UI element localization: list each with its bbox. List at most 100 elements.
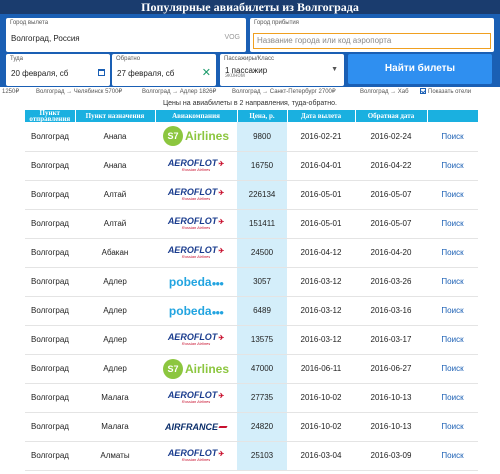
airline-cell: AEROFLOTRussian Airlines — [155, 441, 237, 471]
origin-cell: Волгоград — [25, 267, 75, 297]
pobeda-logo: pobeda●●● — [168, 303, 224, 318]
return-date-cell: 2016-05-07 — [355, 209, 427, 239]
depart-date-cell: 2016-06-11 — [287, 354, 355, 384]
origin-cell: Волгоград — [25, 412, 75, 442]
find-tickets-button[interactable]: Найти билеты — [348, 54, 492, 84]
origin-cell: Волгоград — [25, 383, 75, 413]
table-row: ВолгоградАлтай AEROFLOTRussian Airlines 22… — [25, 180, 478, 210]
return-value[interactable]: 27 февраля, сб — [117, 69, 174, 78]
table-header: Пункт отправления Пункт назначения Авиак… — [25, 110, 479, 123]
col-header-origin: Пункт отправления — [25, 110, 76, 123]
search-link[interactable]: Поиск — [427, 122, 478, 152]
return-date-cell: 2016-03-09 — [355, 441, 427, 471]
origin-cell: Волгоград — [25, 151, 75, 181]
return-date-field[interactable]: Обратно 27 февраля, сб ✕ — [112, 54, 216, 86]
airline-cell: pobeda●●● — [155, 267, 237, 297]
price-cell: 27735 — [237, 383, 287, 413]
col-header-action — [427, 110, 479, 122]
airline-cell: AEROFLOTRussian Airlines — [155, 383, 237, 413]
hint-link[interactable]: Волгоград → Челябинск 5700₽ — [36, 87, 122, 98]
depart-date-cell: 2016-05-01 — [287, 180, 355, 210]
table-row: ВолгоградАлтай AEROFLOTRussian Airlines 15… — [25, 209, 478, 239]
destination-cell: Малага — [75, 412, 155, 442]
from-code: VOG — [224, 34, 240, 41]
to-field[interactable]: Город прибытия Название города или код а… — [250, 18, 494, 52]
price-cell: 13575 — [237, 325, 287, 355]
calendar-icon[interactable] — [98, 69, 105, 76]
search-link[interactable]: Поиск — [427, 238, 478, 268]
from-field[interactable]: Город вылета Волгоград, Россия VOG — [6, 18, 246, 52]
destination-cell: Адлер — [75, 354, 155, 384]
search-link[interactable]: Поиск — [427, 151, 478, 181]
search-link[interactable]: Поиск — [427, 296, 478, 326]
price-note: Цены на авиабилеты в 2 направления, туда… — [162, 100, 337, 107]
return-date-cell: 2016-10-13 — [355, 412, 427, 442]
search-link[interactable]: Поиск — [427, 180, 478, 210]
depart-date-cell: 2016-03-12 — [287, 267, 355, 297]
destination-cell: Малага — [75, 383, 155, 413]
airline-cell: pobeda●●● — [155, 296, 237, 326]
table-row: ВолгоградАбакан AEROFLOTRussian Airlines 2… — [25, 238, 478, 268]
origin-cell: Волгоград — [25, 122, 75, 152]
search-link[interactable]: Поиск — [427, 412, 478, 442]
airline-cell: AEROFLOTRussian Airlines — [155, 209, 237, 239]
s7-airlines-logo: S7 Airlines — [162, 358, 229, 379]
airline-cell: S7 Airlines — [155, 354, 237, 384]
table-row: ВолгоградМалага AEROFLOTRussian Airlines 2… — [25, 383, 478, 413]
return-date-cell: 2016-03-26 — [355, 267, 427, 297]
price-cell: 16750 — [237, 151, 287, 181]
show-hotels-checkbox[interactable]: Показать отели — [420, 87, 471, 98]
search-link[interactable]: Поиск — [427, 267, 478, 297]
hint-link[interactable]: 1250₽ — [2, 87, 19, 98]
table-row: ВолгоградАнапа AEROFLOTRussian Airlines 16… — [25, 151, 478, 181]
origin-cell: Волгоград — [25, 296, 75, 326]
search-link[interactable]: Поиск — [427, 441, 478, 471]
aeroflot-logo: AEROFLOTRussian Airlines — [168, 449, 224, 462]
chevron-down-icon[interactable]: ▼ — [331, 66, 338, 73]
depart-date-field[interactable]: Туда 20 февраля, сб — [6, 54, 110, 86]
depart-date-cell: 2016-03-12 — [287, 325, 355, 355]
air-france-logo: AIRFRANCE — [165, 422, 228, 432]
hint-link[interactable]: Волгоград → Адлер 1826₽ — [142, 87, 216, 98]
table-row: Волгоград Адлер S7 Airlines 47000 2016-06-11 2… — [25, 354, 478, 384]
depart-date-cell: 2016-10-02 — [287, 383, 355, 413]
search-link[interactable]: Поиск — [427, 383, 478, 413]
price-cell: 226134 — [237, 180, 287, 210]
table-row: Волгоград Адлер pobeda●●● 6489 2016-03-12 201… — [25, 296, 478, 326]
aeroflot-logo: AEROFLOTRussian Airlines — [168, 188, 224, 201]
airline-cell: AEROFLOTRussian Airlines — [155, 325, 237, 355]
page-title: Популярные авиабилеты из Волгограда — [0, 0, 500, 14]
return-date-cell: 2016-04-20 — [355, 238, 427, 268]
airline-cell: AIRFRANCE — [155, 412, 237, 442]
return-date-cell: 2016-03-17 — [355, 325, 427, 355]
price-cell: 9800 — [237, 122, 287, 152]
checkbox-icon[interactable] — [420, 88, 426, 95]
from-value[interactable]: Волгоград, Россия — [11, 34, 80, 43]
from-label: Город вылета — [10, 20, 49, 26]
return-date-cell: 2016-10-13 — [355, 383, 427, 413]
to-input[interactable]: Название города или код аэропорта — [253, 33, 491, 49]
aeroflot-logo: AEROFLOTRussian Airlines — [168, 217, 224, 230]
depart-date-cell: 2016-03-12 — [287, 296, 355, 326]
passengers-field[interactable]: Пассажиры/Класс 1 пассажир эконом ▼ — [220, 54, 344, 86]
airline-cell: AEROFLOTRussian Airlines — [155, 151, 237, 181]
pax-class: эконом — [225, 73, 245, 79]
aeroflot-logo: AEROFLOTRussian Airlines — [168, 246, 224, 259]
hint-link[interactable]: Волгоград → Санкт-Петербург 2700₽ — [232, 87, 336, 98]
s7-airlines-logo: S7 Airlines — [162, 126, 229, 147]
col-header-return: Обратная дата — [355, 110, 428, 122]
col-header-destination: Пункт назначения — [75, 110, 156, 122]
aeroflot-logo: AEROFLOTRussian Airlines — [168, 333, 224, 346]
search-link[interactable]: Поиск — [427, 354, 478, 384]
origin-cell: Волгоград — [25, 325, 75, 355]
col-header-airline: Авиакомпания — [155, 110, 238, 122]
price-cell: 3057 — [237, 267, 287, 297]
popular-routes-hints: 1250₽ Волгоград → Челябинск 5700₽ Волгог… — [0, 87, 500, 98]
search-link[interactable]: Поиск — [427, 209, 478, 239]
hint-link[interactable]: Волгоград → Хаб — [360, 87, 409, 98]
return-date-cell: 2016-02-24 — [355, 122, 427, 152]
clear-icon[interactable]: ✕ — [202, 66, 211, 79]
price-cell: 47000 — [237, 354, 287, 384]
search-link[interactable]: Поиск — [427, 325, 478, 355]
depart-value[interactable]: 20 февраля, сб — [11, 69, 68, 78]
